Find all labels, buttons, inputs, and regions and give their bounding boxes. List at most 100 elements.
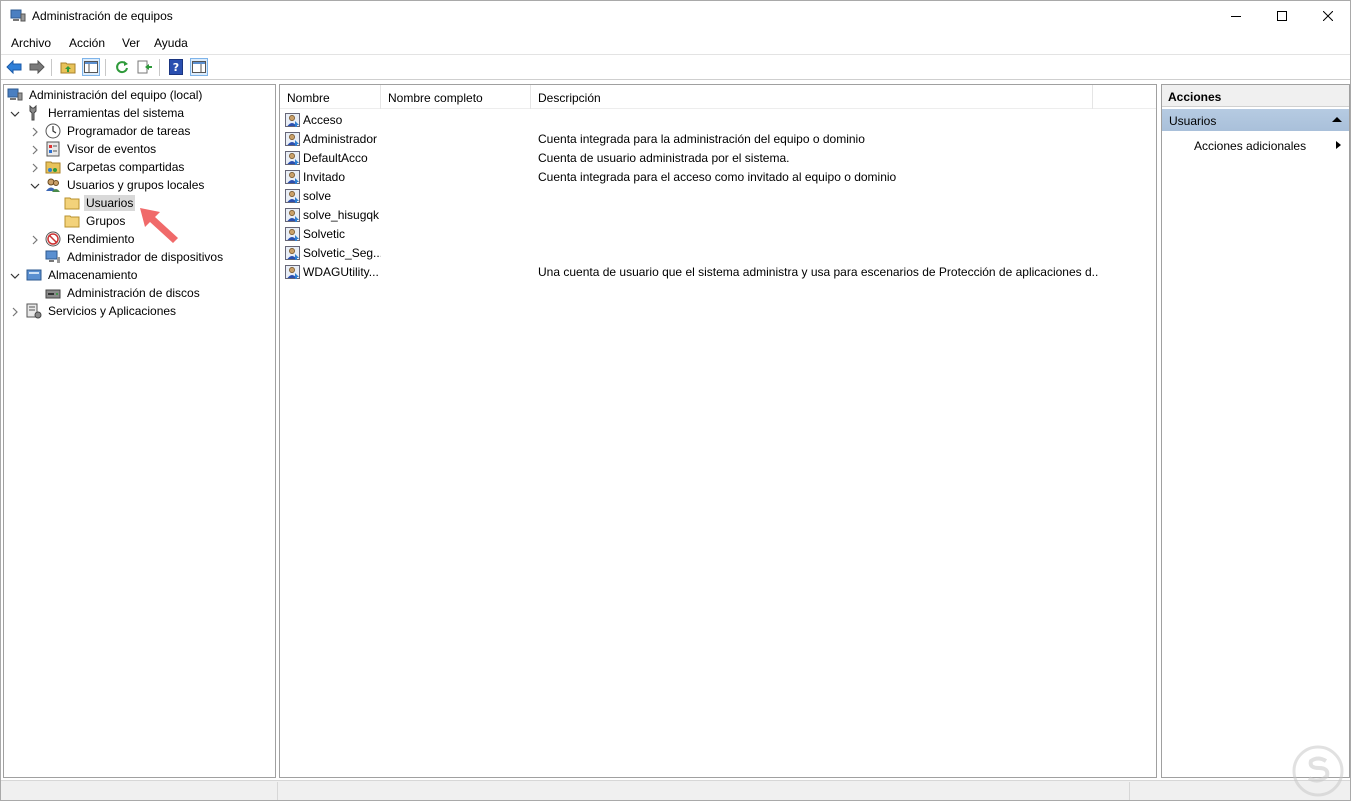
export-list-icon[interactable] [136, 58, 154, 76]
chevron-right-icon[interactable] [10, 307, 20, 317]
maximize-button[interactable] [1259, 1, 1305, 31]
toolbar-separator [105, 59, 106, 76]
user-account-icon [285, 169, 301, 185]
tree-item-visor[interactable]: Visor de eventos [45, 140, 158, 158]
computer-management-window: Administración de equipos Archivo Acción… [0, 0, 1351, 801]
tree-root[interactable]: Administración del equipo (local) [7, 86, 204, 104]
cell-descripcion: Cuenta de usuario administrada por el si… [538, 151, 790, 165]
tree-item-rendimiento[interactable]: Rendimiento [45, 230, 136, 248]
tree-item-programador[interactable]: Programador de tareas [45, 122, 192, 140]
services-icon [26, 303, 42, 319]
forward-button[interactable] [28, 58, 46, 76]
chevron-down-icon[interactable] [10, 271, 20, 281]
cell-nombre: Invitado [303, 170, 346, 184]
actions-header: Acciones [1162, 85, 1349, 107]
actions-pane: Acciones Usuarios Acciones adicionales [1161, 84, 1350, 778]
user-list-pane: Nombre Nombre completo Descripción Acces… [279, 84, 1157, 778]
chevron-down-icon[interactable] [30, 181, 40, 191]
toolbar-separator [51, 59, 52, 76]
menu-ver[interactable]: Ver [122, 36, 140, 50]
status-divider [1129, 782, 1130, 800]
actions-section-label: Usuarios [1169, 114, 1217, 128]
cell-nombre: solve_hisugqk [303, 208, 380, 222]
tree-item-herramientas[interactable]: Herramientas del sistema [26, 104, 186, 122]
chevron-right-icon[interactable] [30, 127, 40, 137]
status-divider [277, 782, 278, 800]
user-account-icon [285, 207, 301, 223]
tree-item-usuarios-grupos[interactable]: Usuarios y grupos locales [45, 176, 206, 194]
svg-text:?: ? [173, 61, 179, 74]
column-header-nombre[interactable]: Nombre [280, 85, 381, 109]
tree-item-servicios[interactable]: Servicios y Aplicaciones [26, 302, 178, 320]
back-button[interactable] [5, 58, 23, 76]
title-bar: Administración de equipos [1, 1, 1350, 31]
user-account-icon [285, 188, 301, 204]
tools-icon [26, 105, 42, 121]
status-bar [1, 780, 1350, 800]
chevron-down-icon[interactable] [10, 109, 20, 119]
actions-section-usuarios[interactable]: Usuarios [1162, 109, 1349, 131]
cell-descripcion: Cuenta integrada para la administración … [538, 132, 865, 146]
performance-icon [45, 231, 61, 247]
column-header-descripcion[interactable]: Descripción [531, 85, 1093, 109]
tree-item-grupos[interactable]: Grupos [64, 212, 127, 230]
site-logo-icon [1291, 744, 1345, 798]
table-row[interactable]: solve [280, 187, 1156, 206]
tree-item-almacenamiento[interactable]: Almacenamiento [26, 266, 139, 284]
chevron-right-icon[interactable] [30, 145, 40, 155]
cell-descripcion: Cuenta integrada para el acceso como inv… [538, 170, 897, 184]
chevron-right-icon[interactable] [30, 235, 40, 245]
minimize-button[interactable] [1213, 1, 1259, 31]
table-row[interactable]: Solvetic [280, 225, 1156, 244]
collapse-up-icon[interactable] [1332, 117, 1342, 122]
user-account-icon [285, 226, 301, 242]
close-button[interactable] [1305, 1, 1351, 31]
chevron-right-icon[interactable] [30, 163, 40, 173]
refresh-icon[interactable] [113, 58, 131, 76]
folder-icon [64, 195, 80, 211]
acciones-adicionales-item[interactable]: Acciones adicionales [1194, 139, 1306, 153]
tree-root-label: Administración del equipo (local) [29, 88, 203, 102]
tree-item-dispositivos[interactable]: Administrador de dispositivos [45, 248, 225, 266]
users-groups-icon [45, 177, 61, 193]
user-account-icon [285, 112, 301, 128]
window-title: Administración de equipos [32, 9, 173, 23]
tree-item-usuarios[interactable]: Usuarios [64, 194, 136, 212]
event-viewer-icon [45, 141, 61, 157]
show-hide-tree-icon[interactable] [82, 58, 100, 76]
tree-item-discos[interactable]: Administración de discos [45, 284, 202, 302]
column-header-nombre-completo[interactable]: Nombre completo [381, 85, 531, 109]
device-manager-icon [45, 249, 61, 265]
cell-nombre: solve [303, 189, 332, 203]
help-icon[interactable]: ? [167, 58, 185, 76]
computer-management-icon [10, 9, 26, 23]
up-folder-icon[interactable] [59, 58, 77, 76]
table-row[interactable]: solve_hisugqk [280, 206, 1156, 225]
user-account-icon [285, 245, 301, 261]
computer-management-icon [7, 87, 23, 103]
table-row[interactable]: DefaultAcco Cuenta de usuario administrad… [280, 149, 1156, 168]
table-row[interactable]: Administrador Cuenta integrada para la ad… [280, 130, 1156, 149]
menu-ayuda[interactable]: Ayuda [154, 36, 188, 50]
cell-descripcion: Una cuenta de usuario que el sistema adm… [538, 265, 1098, 279]
table-row[interactable]: WDAGUtility... Una cuenta de usuario que … [280, 263, 1156, 282]
submenu-arrow-icon[interactable] [1336, 141, 1341, 149]
user-account-icon [285, 131, 301, 147]
cell-nombre: Acceso [303, 113, 343, 127]
table-row[interactable]: Invitado Cuenta integrada para el acceso … [280, 168, 1156, 187]
list-header: Nombre Nombre completo Descripción [280, 85, 1156, 109]
menu-accion[interactable]: Acción [69, 36, 105, 50]
menu-archivo[interactable]: Archivo [11, 36, 51, 50]
clock-icon [45, 123, 61, 139]
console-tree-pane: Administración del equipo (local) Herram… [3, 84, 276, 778]
show-hide-action-pane-icon[interactable] [190, 58, 208, 76]
cell-nombre: DefaultAcco [303, 151, 368, 165]
toolbar: ? [1, 54, 1350, 80]
toolbar-separator [159, 59, 160, 76]
tree-item-carpetas[interactable]: Carpetas compartidas [45, 158, 186, 176]
table-row[interactable]: Acceso [280, 111, 1156, 130]
cell-nombre: WDAGUtility... [303, 265, 379, 279]
table-row[interactable]: Solvetic_Seg... [280, 244, 1156, 263]
cell-nombre: Solvetic [303, 227, 346, 241]
user-account-icon [285, 264, 301, 280]
